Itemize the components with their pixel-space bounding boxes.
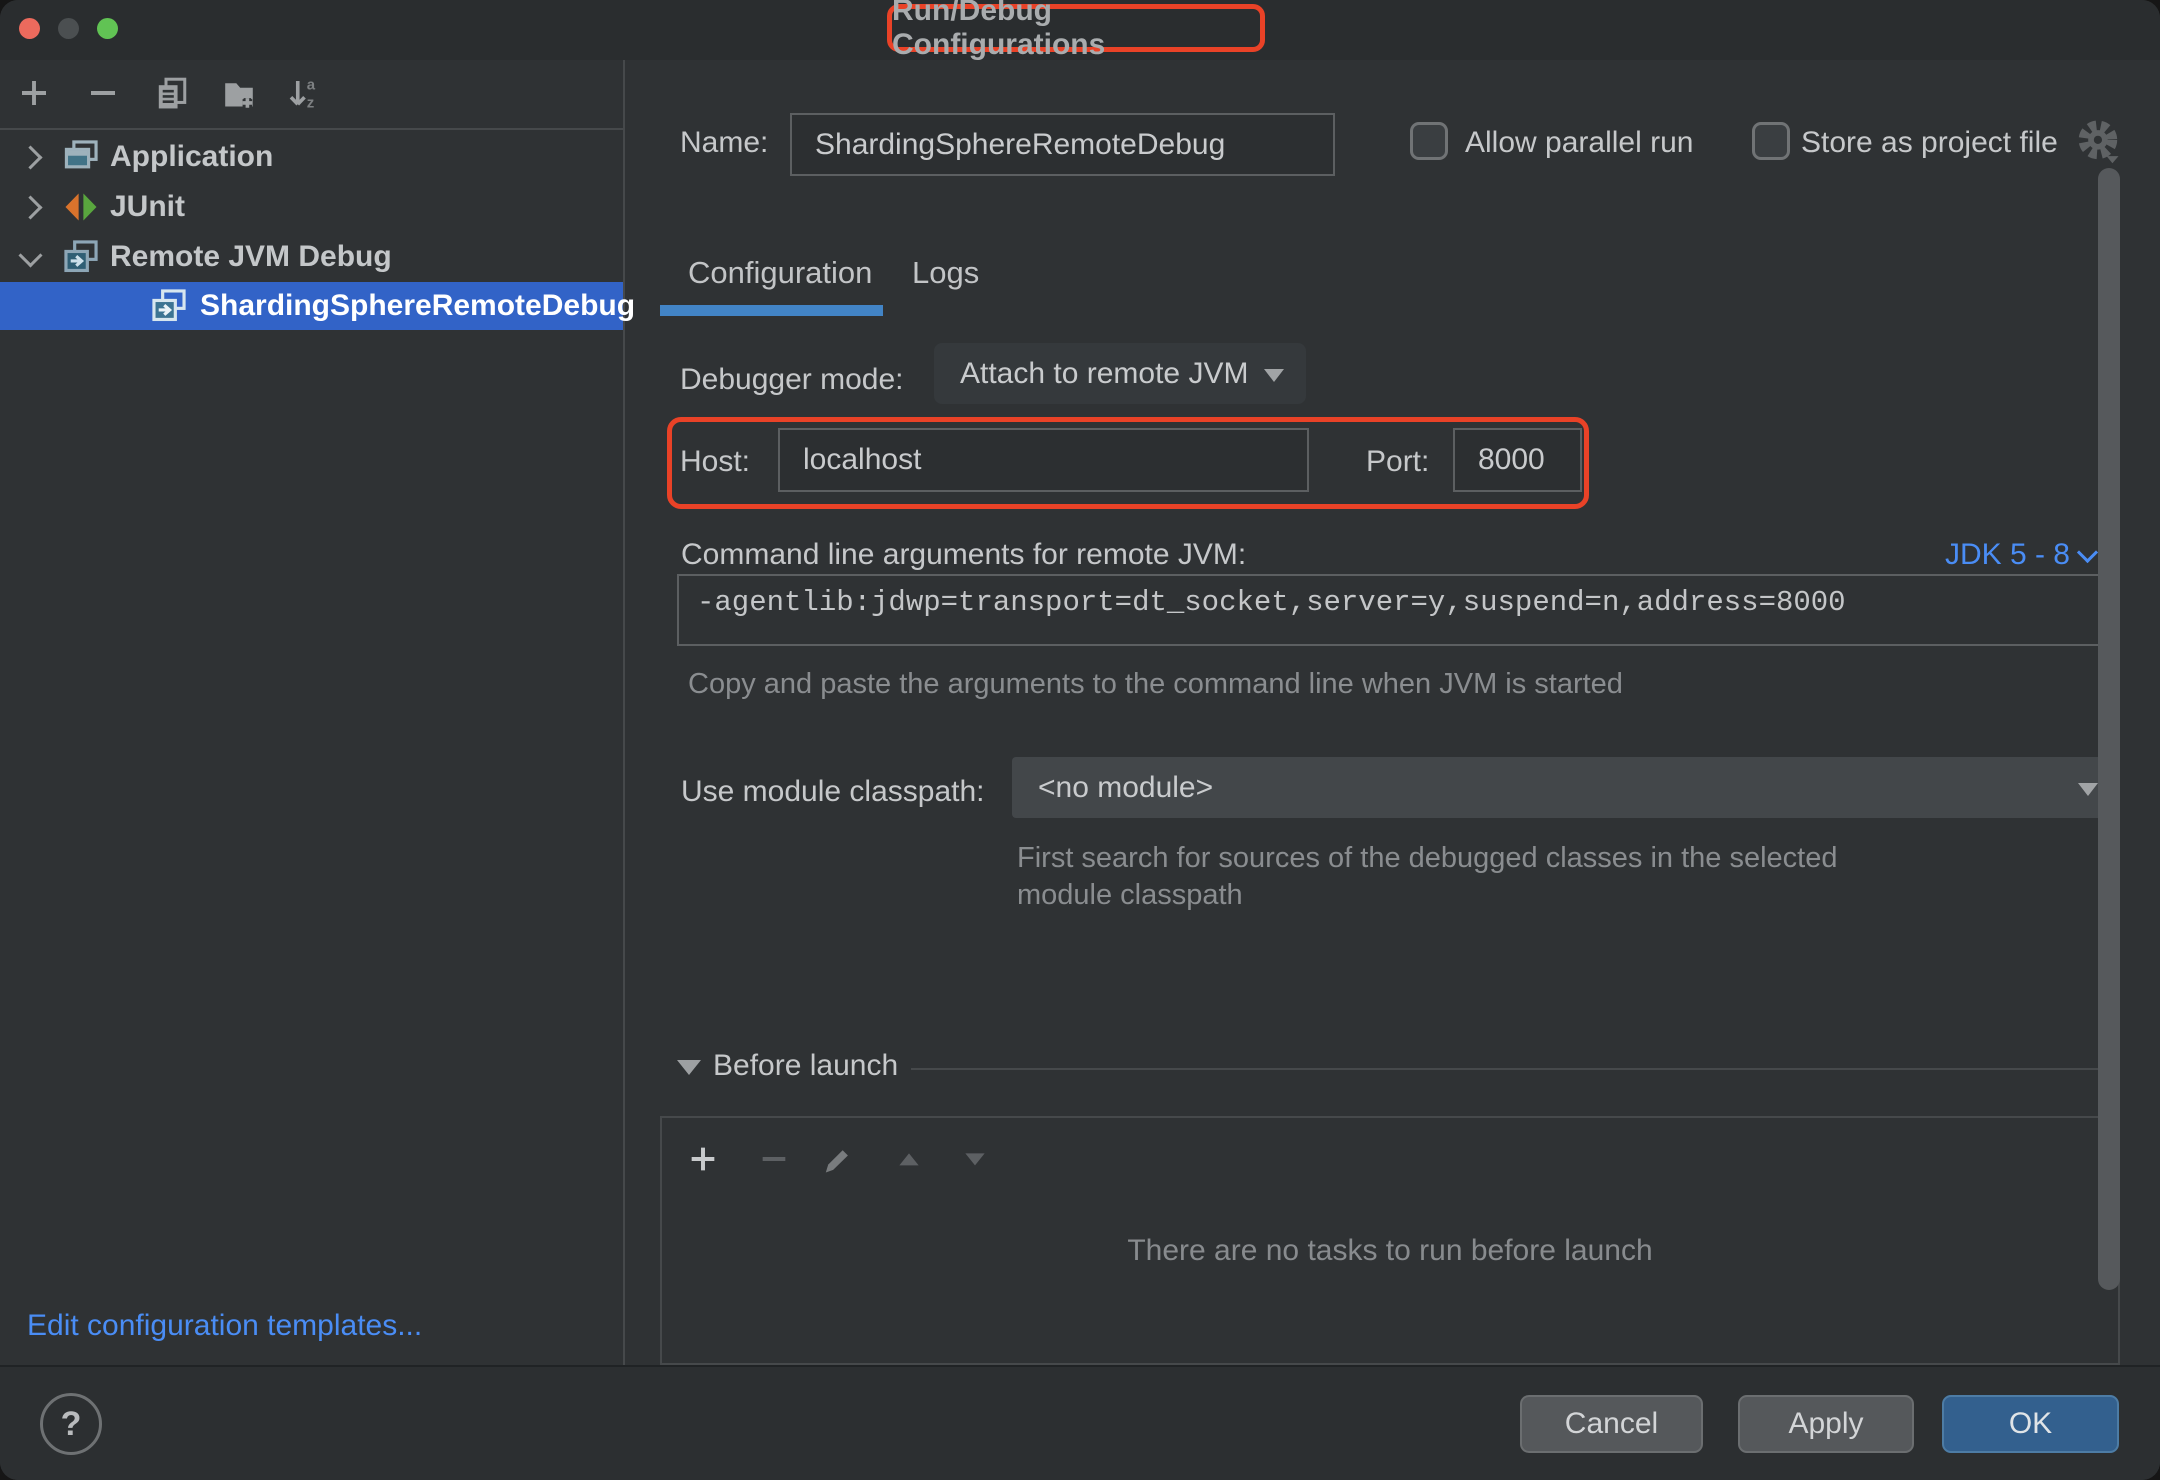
remote-jvm-debug-icon (150, 287, 188, 325)
remote-jvm-debug-icon (62, 238, 100, 276)
chevron-right-icon[interactable] (18, 145, 42, 169)
tree-item-junit[interactable]: JUnit (0, 182, 623, 232)
junit-icon (62, 188, 100, 226)
before-launch-move-down-button[interactable] (956, 1142, 994, 1180)
debugger-mode-dropdown[interactable]: Attach to remote JVM (934, 343, 1306, 404)
minimize-window-button (58, 18, 79, 39)
add-configuration-button[interactable] (15, 76, 53, 114)
copy-configuration-button[interactable] (153, 76, 191, 114)
dialog-footer: ? Cancel Apply OK (0, 1365, 2160, 1480)
tree-item-label: JUnit (110, 190, 185, 224)
configuration-form: Name: ShardingSphereRemoteDebug Allow pa… (625, 60, 2160, 1365)
jdk-version-value: JDK 5 - 8 (1945, 538, 2070, 572)
cmdline-label: Command line arguments for remote JVM: (681, 538, 1246, 572)
before-launch-remove-button[interactable] (755, 1142, 793, 1180)
name-input[interactable]: ShardingSphereRemoteDebug (790, 113, 1335, 176)
dropdown-caret-icon (2078, 783, 2098, 796)
module-hint-line1: First search for sources of the debugged… (1017, 842, 1838, 875)
remove-icon (85, 75, 121, 116)
title-bar: Run/Debug Configurations (0, 0, 2160, 60)
new-folder-icon (221, 75, 257, 116)
close-window-button[interactable] (19, 18, 40, 39)
edit-configuration-templates-link[interactable]: Edit configuration templates... (27, 1309, 422, 1343)
gear-icon (2073, 155, 2125, 172)
svg-text:z: z (307, 94, 315, 111)
edit-pencil-icon (818, 1142, 852, 1181)
host-input[interactable]: localhost (778, 428, 1309, 492)
add-icon (686, 1142, 720, 1181)
tab-logs[interactable]: Logs (912, 255, 979, 291)
remove-configuration-button[interactable] (84, 76, 122, 114)
move-up-icon (892, 1142, 926, 1181)
vertical-scrollbar[interactable] (2098, 168, 2120, 1290)
allow-parallel-run-label: Allow parallel run (1465, 126, 1693, 160)
before-launch-panel: There are no tasks to run before launch (660, 1116, 2120, 1365)
port-label: Port: (1366, 445, 1429, 479)
ok-button[interactable]: OK (1942, 1395, 2119, 1453)
move-down-icon (958, 1142, 992, 1181)
before-launch-edit-button[interactable] (816, 1142, 854, 1180)
before-launch-empty-text: There are no tasks to run before launch (662, 1234, 2118, 1268)
module-classpath-value: <no module> (1038, 771, 1213, 805)
help-button[interactable]: ? (40, 1393, 102, 1455)
add-icon (16, 75, 52, 116)
sort-configurations-button[interactable]: az (284, 76, 322, 114)
module-hint-line2: module classpath (1017, 879, 1243, 912)
module-classpath-dropdown[interactable]: <no module> (1012, 757, 2120, 818)
copy-icon (154, 75, 190, 116)
tree-item-application[interactable]: Application (0, 132, 623, 182)
tree-item-label: Remote JVM Debug (110, 240, 392, 274)
dropdown-caret-icon (1264, 369, 1284, 382)
before-launch-add-button[interactable] (684, 1142, 722, 1180)
store-settings-button[interactable] (2073, 116, 2125, 168)
debugger-mode-value: Attach to remote JVM (960, 357, 1248, 391)
before-launch-separator (911, 1068, 2120, 1070)
tree-item-remote-jvm-debug[interactable]: Remote JVM Debug (0, 232, 623, 282)
dialog-title: Run/Debug Configurations (892, 0, 1260, 62)
debugger-mode-label: Debugger mode: (680, 363, 903, 397)
application-icon (62, 138, 100, 176)
cmdline-arguments-field[interactable]: -agentlib:jdwp=transport=dt_socket,serve… (677, 574, 2113, 646)
chevron-right-icon[interactable] (18, 195, 42, 219)
run-debug-configurations-dialog: Run/Debug Configurations az (0, 0, 2160, 1480)
cmdline-hint: Copy and paste the arguments to the comm… (688, 668, 1623, 701)
tree-item-label: ShardingSphereRemoteDebug (200, 289, 635, 323)
active-tab-underline (660, 305, 883, 316)
chevron-down-icon (2077, 541, 2098, 562)
before-launch-move-up-button[interactable] (890, 1142, 928, 1180)
apply-button[interactable]: Apply (1738, 1395, 1914, 1453)
port-input[interactable]: 8000 (1453, 428, 1582, 492)
tree-item-label: Application (110, 140, 273, 174)
zoom-window-button[interactable] (97, 18, 118, 39)
new-folder-button[interactable] (220, 76, 258, 114)
cancel-button[interactable]: Cancel (1520, 1395, 1703, 1453)
host-label: Host: (680, 445, 750, 479)
svg-text:a: a (307, 76, 316, 93)
sort-alphabetically-icon: az (285, 75, 321, 116)
configurations-sidebar: az Application JUnit Remote JVM Debug (0, 60, 625, 1365)
title-annotation-box: Run/Debug Configurations (887, 4, 1265, 52)
question-mark-icon: ? (61, 1405, 82, 1444)
chevron-down-icon[interactable] (18, 243, 42, 267)
configurations-tree: Application JUnit Remote JVM Debug Shard… (0, 132, 623, 330)
jdk-version-selector[interactable]: JDK 5 - 8 (1945, 538, 2095, 572)
store-as-project-file-label: Store as project file (1801, 126, 2058, 160)
tree-item-shardingsphereremotedebug[interactable]: ShardingSphereRemoteDebug (0, 282, 623, 330)
module-classpath-label: Use module classpath: (681, 775, 985, 809)
name-label: Name: (680, 126, 768, 160)
before-launch-title: Before launch (713, 1049, 898, 1083)
tab-configuration[interactable]: Configuration (688, 255, 872, 291)
sidebar-toolbar: az (0, 60, 623, 130)
store-as-project-file-checkbox[interactable] (1752, 122, 1790, 160)
remove-icon (757, 1142, 791, 1181)
collapse-triangle-icon[interactable] (677, 1060, 701, 1075)
allow-parallel-run-checkbox[interactable] (1410, 122, 1448, 160)
